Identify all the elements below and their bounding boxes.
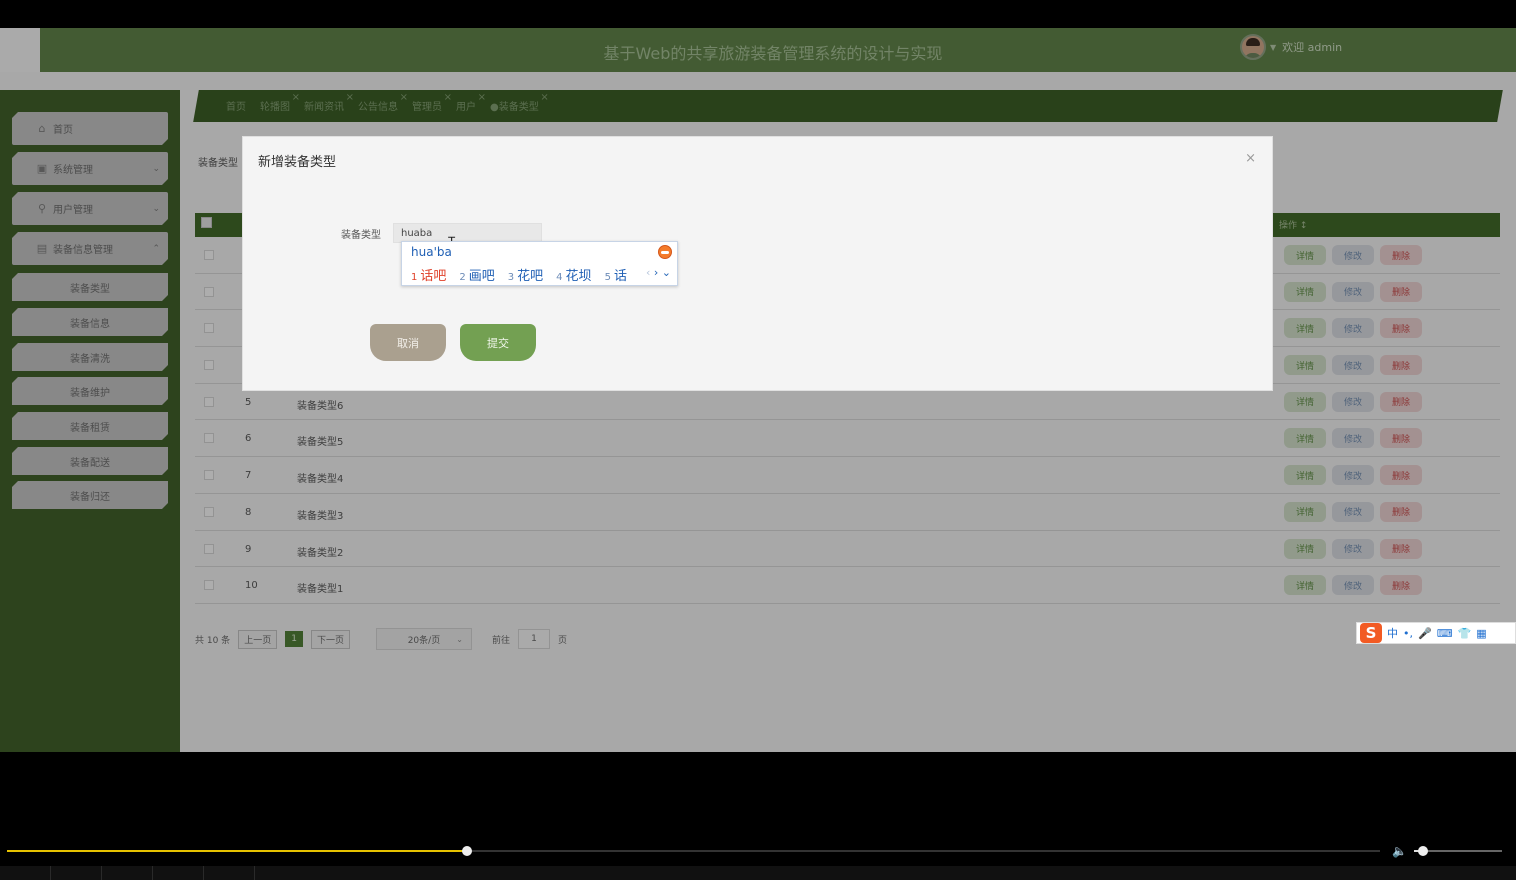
keyboard-icon[interactable]: ⌨: [1437, 627, 1453, 640]
add-equipment-type-dialog: 新增装备类型 × 装备类型 huaba Ɪ 取消 提交: [242, 136, 1273, 391]
equipment-type-input[interactable]: huaba: [393, 223, 542, 243]
punctuation-icon[interactable]: •,: [1403, 627, 1413, 640]
cancel-button[interactable]: 取消: [370, 324, 446, 361]
sogou-s-icon[interactable]: S: [1360, 623, 1382, 643]
toolbox-icon[interactable]: ▦: [1476, 627, 1486, 640]
ime-candidate[interactable]: 3 花吧: [508, 265, 543, 284]
seek-handle[interactable]: [461, 846, 472, 856]
seek-bar[interactable]: [7, 850, 1380, 852]
video-player-controls: 🔈: [0, 752, 1516, 880]
ime-nav: ‹ › ⌄: [646, 266, 671, 279]
submit-button[interactable]: 提交: [460, 324, 536, 361]
ime-candidate-window: hua'ba 1 话吧 2 画吧 3 花吧 4 花坝 5话 ‹ › ⌄: [401, 241, 678, 286]
app-window: 基于Web的共享旅游装备管理系统的设计与实现 ▼ 欢迎 admin ⌂ 首页 ▣…: [0, 28, 1516, 752]
ime-candidate[interactable]: 4 花坝: [556, 265, 591, 284]
ime-candidates: 1 话吧 2 画吧 3 花吧 4 花坝 5话: [411, 265, 640, 284]
volume-handle[interactable]: [1417, 846, 1428, 856]
ime-status-bar: S 中 •, 🎤 ⌨ 👕 ▦: [1356, 622, 1516, 644]
screen: 基于Web的共享旅游装备管理系统的设计与实现 ▼ 欢迎 admin ⌂ 首页 ▣…: [0, 0, 1516, 880]
seek-progress: [7, 850, 467, 852]
ime-candidate[interactable]: 2 画吧: [459, 265, 494, 284]
ime-composition: hua'ba: [411, 245, 452, 259]
volume-icon[interactable]: 🔈: [1392, 844, 1407, 858]
equipment-type-label: 装备类型: [341, 230, 381, 241]
close-icon[interactable]: ×: [1245, 151, 1256, 166]
chevron-left-icon[interactable]: ‹: [646, 266, 650, 279]
ime-mode-chinese[interactable]: 中: [1387, 625, 1398, 641]
chevron-down-icon[interactable]: ⌄: [662, 266, 671, 279]
player-bottom-strip: [0, 866, 1516, 880]
microphone-icon[interactable]: 🎤: [1418, 627, 1432, 640]
ime-candidate[interactable]: 1 话吧: [411, 265, 446, 284]
dialog-title: 新增装备类型: [258, 155, 337, 170]
ime-candidate[interactable]: 5话: [605, 265, 627, 284]
chevron-right-icon[interactable]: ›: [654, 266, 658, 279]
sogou-logo-icon[interactable]: [658, 245, 672, 259]
skin-icon[interactable]: 👕: [1458, 627, 1472, 640]
